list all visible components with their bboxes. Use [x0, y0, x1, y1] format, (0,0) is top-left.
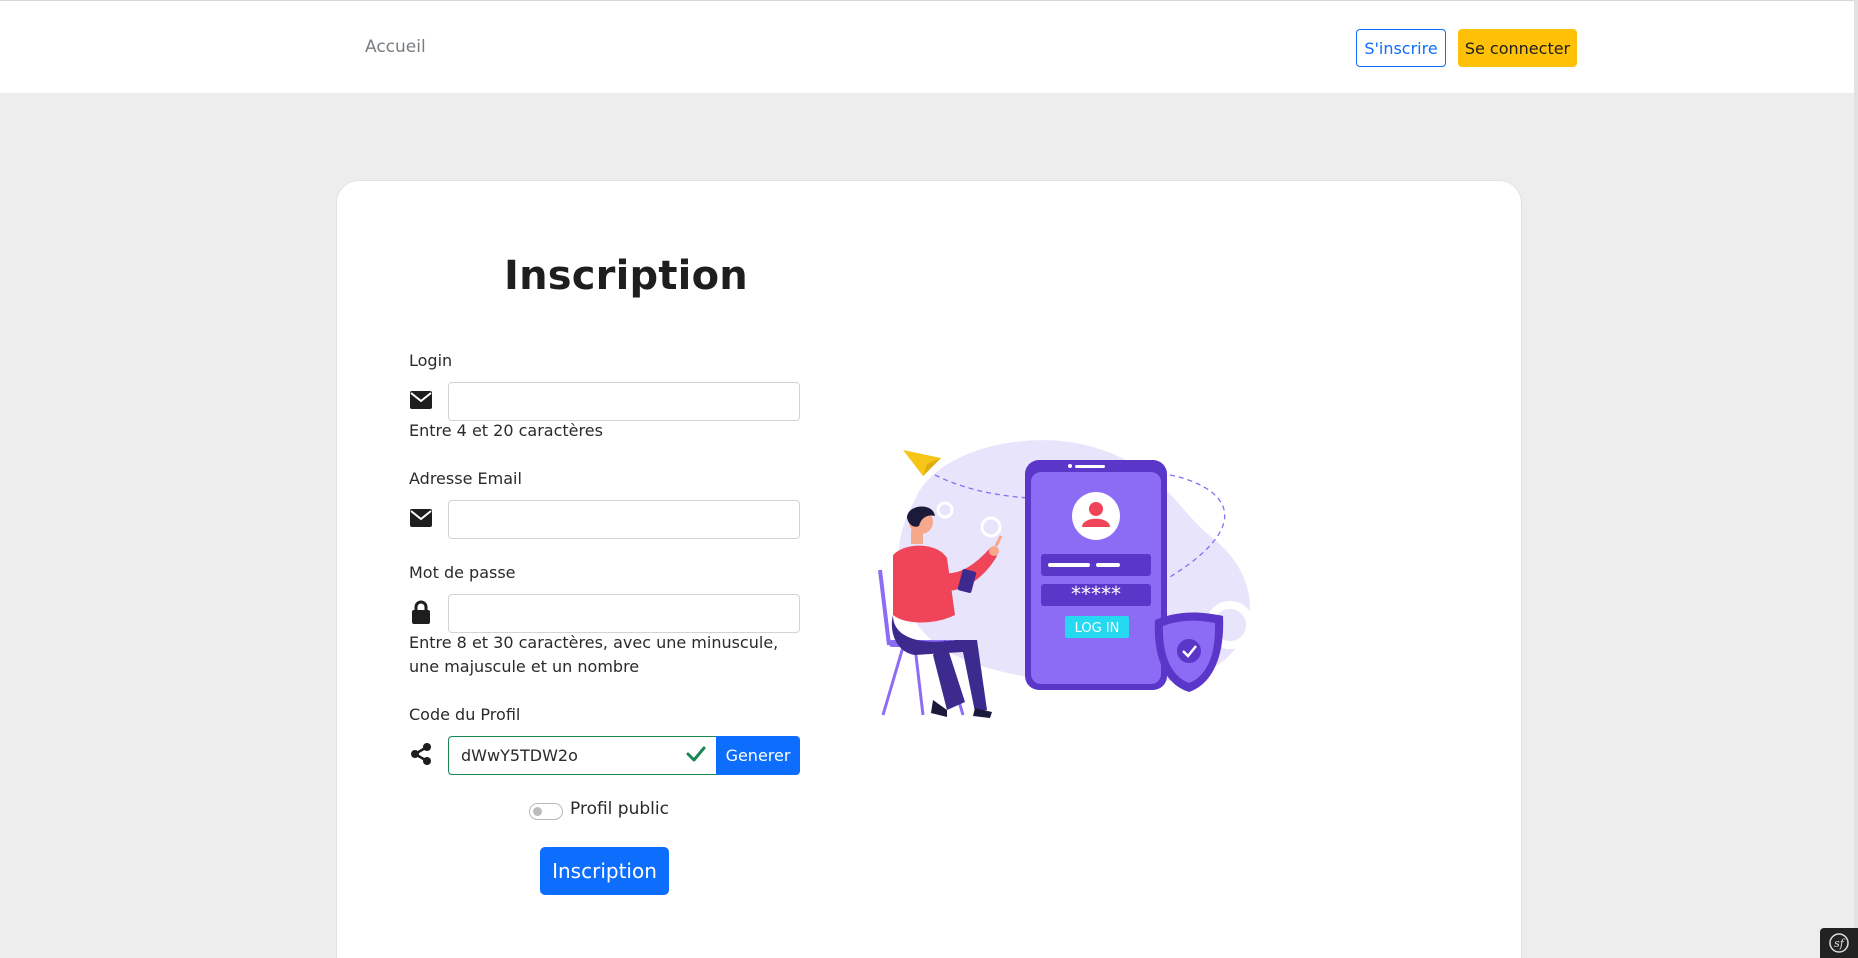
login-label: Login [409, 351, 453, 370]
envelope-icon [408, 387, 434, 413]
symfony-toolbar-icon[interactable]: sf [1820, 928, 1858, 958]
valid-check-icon [686, 744, 708, 766]
login-input[interactable] [448, 382, 800, 421]
login-help-text: Entre 4 et 20 caractères [409, 421, 603, 440]
password-mask-text: ***** [1071, 582, 1121, 606]
login-button[interactable]: Se connecter [1458, 29, 1577, 67]
profile-code-input[interactable]: dWwY5TDW2o [448, 736, 717, 775]
top-navbar: Accueil S'inscrire Se connecter [0, 0, 1858, 93]
email-input[interactable] [448, 500, 800, 539]
envelope-icon [408, 505, 434, 531]
toggle-knob [533, 807, 542, 816]
svg-text:sf: sf [1834, 937, 1846, 950]
nav-link-home[interactable]: Accueil [365, 37, 426, 57]
login-illustration: ***** LOG IN [875, 430, 1270, 720]
public-profile-label: Profil public [570, 799, 669, 819]
email-label: Adresse Email [409, 469, 522, 488]
password-input[interactable] [448, 594, 800, 633]
phone-login-text: LOG IN [1075, 621, 1120, 636]
lock-icon [408, 599, 434, 625]
generate-code-button[interactable]: Generer [716, 736, 800, 775]
share-icon [408, 741, 434, 767]
password-help-text: Entre 8 et 30 caractères, avec une minus… [409, 633, 779, 676]
public-profile-toggle[interactable] [529, 803, 563, 820]
submit-button[interactable]: Inscription [540, 847, 669, 895]
page-title: Inscription [504, 253, 748, 299]
scrollbar[interactable] [1854, 0, 1858, 958]
password-label: Mot de passe [409, 563, 516, 582]
signup-button[interactable]: S'inscrire [1356, 29, 1446, 67]
profile-code-label: Code du Profil [409, 705, 521, 724]
